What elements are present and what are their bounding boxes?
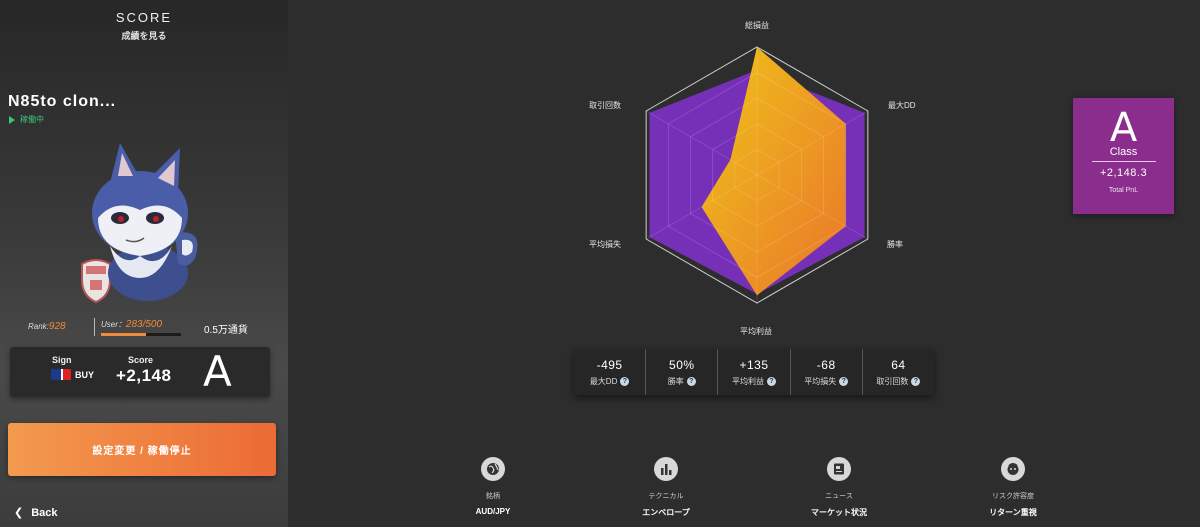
metric-value: -68	[816, 358, 836, 372]
user-progress-fill	[101, 333, 147, 336]
class-grade: A	[1109, 105, 1138, 151]
face-icon	[1001, 457, 1025, 481]
sign-label: Sign	[52, 355, 72, 365]
user-label: User：	[101, 320, 126, 329]
back-button[interactable]: ❮ Back	[14, 506, 58, 520]
settings-stop-button[interactable]: 設定変更 / 稼働停止	[8, 423, 276, 476]
score-label: Score	[128, 355, 154, 365]
metric-label: 最大DD	[589, 377, 618, 386]
axis-label-total-pnl: 総損益	[745, 20, 769, 30]
bot-name: N85to clon...	[8, 93, 117, 110]
axis-label-win-rate: 勝率	[887, 239, 903, 249]
metric-value: +135	[739, 358, 769, 372]
sidebar: SCORE 成績を見る N85to clon... 稼働中 Rank:928 U…	[0, 0, 288, 527]
nav-label: ニュース	[825, 493, 853, 500]
metric-label-row: 取引回数?	[863, 376, 934, 387]
help-icon[interactable]: ?	[911, 377, 921, 386]
metric-avg-loss: -68 平均損失?	[789, 349, 862, 395]
flag-icon	[51, 369, 71, 380]
axis-label-trade-count: 取引回数	[589, 100, 621, 110]
nav-label: リスク許容度	[992, 493, 1034, 500]
divider	[94, 318, 95, 336]
metric-label: 平均利益	[732, 377, 764, 386]
currency-amount: 0.5万通貨	[204, 325, 248, 336]
sign-value: BUY	[75, 370, 95, 380]
metric-trade-count: 64 取引回数?	[861, 349, 934, 395]
total-pnl-value: +2,148.3	[1099, 167, 1148, 179]
user-value: 283/500	[125, 319, 163, 330]
play-icon	[9, 115, 15, 124]
nav-value: マーケット状況	[811, 508, 867, 517]
chevron-left-icon: ❮	[14, 507, 24, 519]
help-icon[interactable]: ?	[767, 377, 776, 386]
sign-score-card: Sign BUY Score +2,148 A	[10, 347, 270, 397]
radar-chart: 総損益 最大DD 勝率 平均利益 平均損失 取引回数	[589, 20, 916, 336]
help-icon[interactable]: ?	[620, 377, 630, 386]
nav-value: リターン重視	[989, 508, 1037, 517]
globe-icon	[481, 457, 505, 481]
metrics-panel: -495 最大DD? 50% 勝率? +135 平均利益? -68 平均損失? …	[574, 349, 934, 395]
metric-label-row: 平均損失?	[791, 376, 862, 387]
app-root: SCORE 成績を見る N85to clon... 稼働中 Rank:928 U…	[0, 0, 1200, 527]
nav-label: テクニカル	[648, 493, 684, 500]
metric-label-row: 平均利益?	[718, 376, 789, 387]
grade-letter: A	[203, 347, 232, 396]
help-icon[interactable]: ?	[686, 377, 696, 386]
view-results-link[interactable]: 成績を見る	[0, 29, 288, 42]
bar-chart-icon	[654, 457, 678, 481]
nav-value: AUD/JPY	[475, 507, 511, 516]
rank-value: 928	[48, 321, 66, 332]
nav-item-risk[interactable]: リスク許容度 リターン重視	[958, 457, 1068, 518]
nav-item-symbol[interactable]: 銘柄 AUD/JPY	[438, 457, 548, 516]
back-label: Back	[31, 506, 58, 519]
rank-label: Rank:	[28, 322, 49, 331]
metric-label: 勝率	[667, 377, 684, 386]
stats-row: Rank:928 User：283/500 0.5万通貨	[28, 317, 278, 339]
wolf-avatar	[81, 143, 198, 304]
score-value: +2,148	[116, 366, 172, 385]
metric-label-row: 勝率?	[646, 376, 717, 387]
class-card: A Class +2,148.3 Total PnL	[1073, 98, 1174, 214]
metric-value: -495	[596, 358, 623, 372]
score-header[interactable]: SCORE 成績を見る	[0, 10, 288, 42]
metric-avg-profit: +135 平均利益?	[717, 349, 789, 395]
user-count: User：283/500	[101, 319, 162, 330]
nav-label: 銘柄	[486, 493, 500, 500]
bot-status: 稼働中	[9, 114, 44, 125]
news-icon	[827, 457, 851, 481]
bot-status-label: 稼働中	[20, 115, 44, 124]
metric-win-rate: 50% 勝率?	[645, 349, 717, 395]
metric-label: 取引回数	[876, 377, 909, 386]
nav-item-technical[interactable]: テクニカル エンベロープ	[611, 457, 721, 518]
axis-label-avg-profit: 平均利益	[740, 326, 772, 336]
divider	[1091, 161, 1156, 162]
metric-label-row: 最大DD?	[574, 376, 645, 387]
nav-value: エンベロープ	[642, 508, 690, 517]
axis-label-max-dd: 最大DD	[888, 100, 916, 110]
rank: Rank:928	[28, 321, 66, 332]
metric-label: 平均損失	[804, 377, 837, 386]
metric-value: 50%	[669, 358, 695, 372]
nav-item-news[interactable]: ニュース マーケット状況	[784, 457, 894, 518]
class-label: Class	[1109, 146, 1138, 158]
help-icon[interactable]: ?	[839, 377, 849, 386]
score-title: SCORE	[115, 10, 173, 25]
metric-max-dd: -495 最大DD?	[574, 349, 645, 395]
user-progress-bar	[101, 333, 181, 336]
metric-value: 64	[891, 358, 906, 372]
axis-label-avg-loss: 平均損失	[589, 239, 621, 249]
total-pnl-label: Total PnL	[1108, 187, 1139, 194]
